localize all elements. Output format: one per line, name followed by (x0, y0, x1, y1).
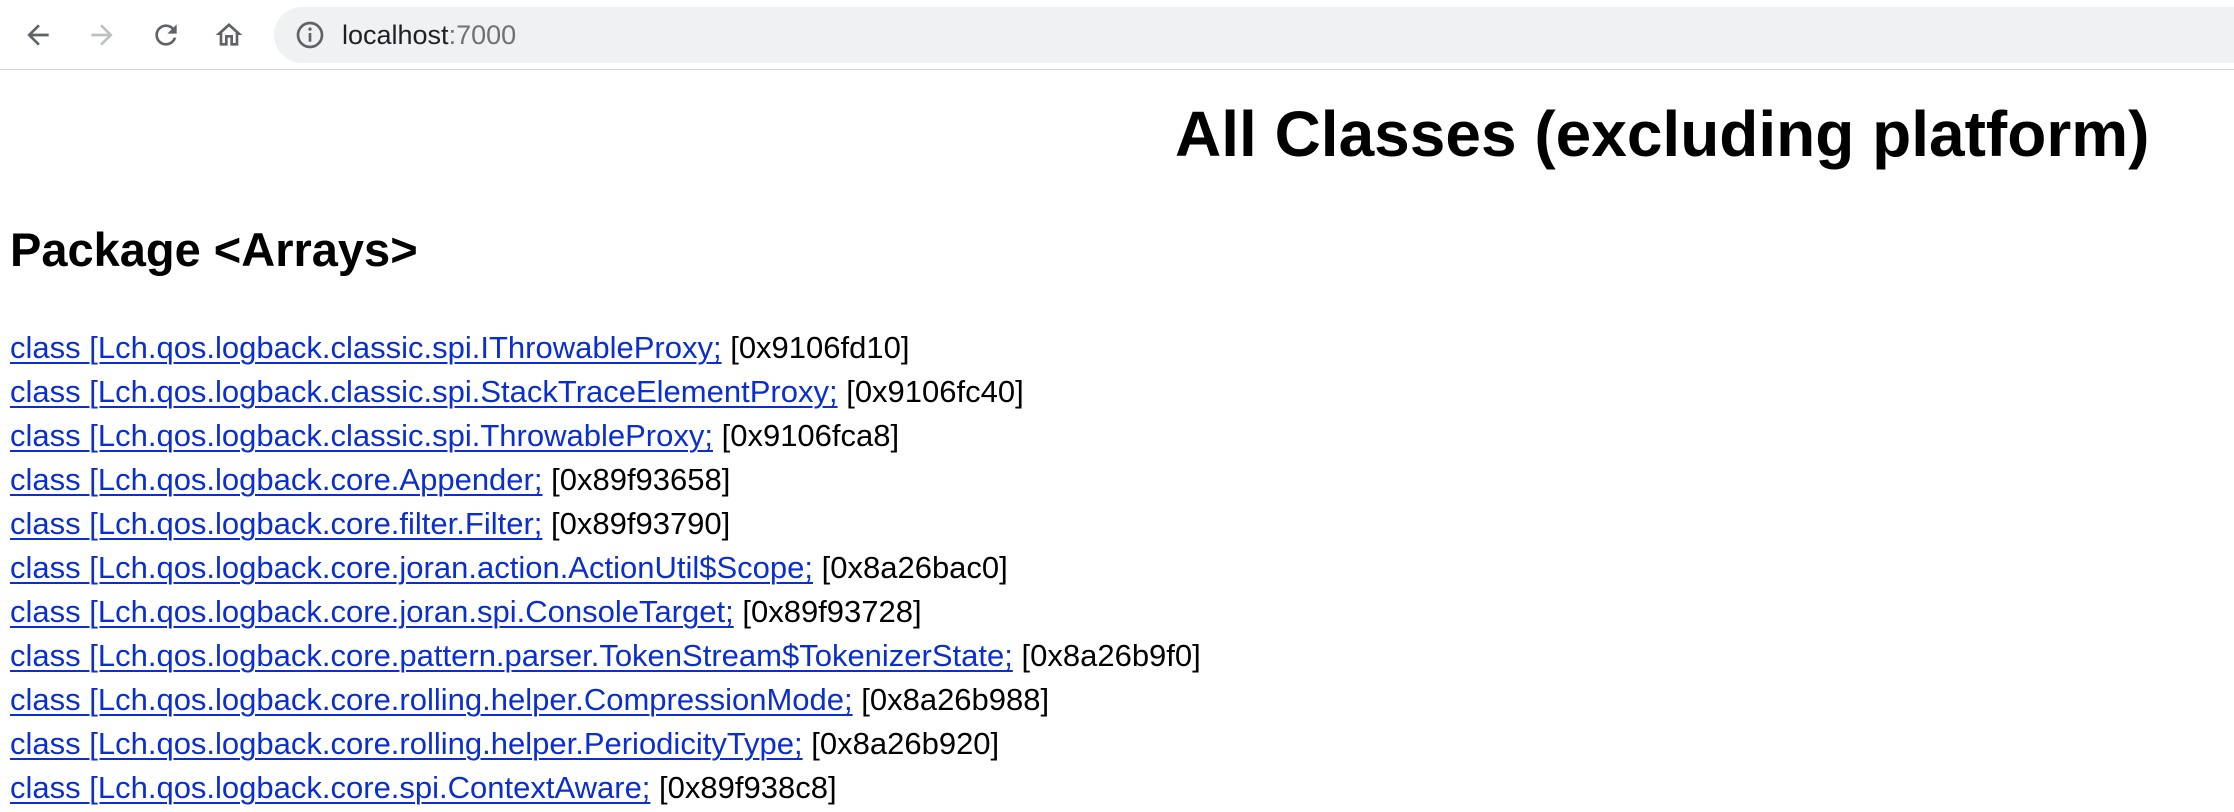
class-list-item: class [Lch.qos.logback.classic.spi.Stack… (10, 370, 1201, 414)
class-link[interactable]: class [Lch.qos.logback.core.filter.Filte… (10, 506, 542, 541)
class-address: [0x8a26bac0] (821, 550, 1008, 585)
class-address: [0x9106fd10] (730, 330, 910, 365)
class-address: [0x9106fc40] (846, 374, 1024, 409)
class-link[interactable]: class [Lch.qos.logback.core.rolling.help… (10, 682, 853, 717)
package-heading: Package <Arrays> (10, 223, 418, 276)
class-address: [0x89f93790] (551, 506, 731, 541)
info-icon[interactable] (294, 19, 326, 51)
class-link[interactable]: class [Lch.qos.logback.classic.spi.IThro… (10, 330, 722, 365)
back-button[interactable] (16, 13, 60, 57)
class-link[interactable]: class [Lch.qos.logback.core.joran.action… (10, 550, 813, 585)
reload-button[interactable] (144, 13, 188, 57)
class-address: [0x8a26b988] (861, 682, 1050, 717)
url-port: :7000 (448, 20, 517, 50)
class-address: [0x9106fca8] (721, 418, 900, 453)
class-address: [0x89f93658] (551, 462, 731, 497)
class-list-item: class [Lch.qos.logback.classic.spi.IThro… (10, 326, 1201, 370)
class-link[interactable]: class [Lch.qos.logback.core.joran.spi.Co… (10, 594, 734, 629)
class-list-item: class [Lch.qos.logback.core.rolling.help… (10, 722, 1201, 766)
class-link[interactable]: class [Lch.qos.logback.classic.spi.Throw… (10, 418, 713, 453)
class-list-item: class [Lch.qos.logback.core.joran.action… (10, 546, 1201, 590)
forward-button[interactable] (80, 13, 124, 57)
class-address: [0x89f93728] (742, 594, 922, 629)
class-address: [0x8a26b920] (811, 726, 1000, 761)
page-content: All Classes (excluding platform) Package… (0, 70, 2234, 812)
reload-icon (155, 24, 177, 46)
class-link[interactable]: class [Lch.qos.logback.core.Appender; (10, 462, 542, 497)
url-host: localhost (342, 20, 449, 50)
class-list-item: class [Lch.qos.logback.classic.spi.Throw… (10, 414, 1201, 458)
class-link[interactable]: class [Lch.qos.logback.classic.spi.Stack… (10, 374, 838, 409)
class-link[interactable]: class [Lch.qos.logback.core.spi.ContextA… (10, 770, 650, 805)
class-list-item: class [Lch.qos.logback.core.joran.spi.Co… (10, 590, 1201, 634)
home-button[interactable] (207, 13, 251, 57)
class-list: class [Lch.qos.logback.classic.spi.IThro… (10, 326, 1201, 810)
browser-toolbar: localhost:7000 (0, 0, 2234, 70)
home-icon (215, 23, 243, 46)
class-link[interactable]: class [Lch.qos.logback.core.pattern.pars… (10, 638, 1013, 673)
class-list-item: class [Lch.qos.logback.core.Appender; [0… (10, 458, 1201, 502)
arrow-left-icon (27, 24, 49, 46)
url-text[interactable]: localhost:7000 (342, 19, 516, 51)
class-link[interactable]: class [Lch.qos.logback.core.rolling.help… (10, 726, 803, 761)
class-list-item: class [Lch.qos.logback.core.rolling.help… (10, 678, 1201, 722)
arrow-right-icon (91, 24, 113, 46)
address-bar[interactable]: localhost:7000 (274, 7, 2234, 63)
page-title: All Classes (excluding platform) (1175, 98, 2150, 170)
class-list-item: class [Lch.qos.logback.core.filter.Filte… (10, 502, 1201, 546)
class-list-item: class [Lch.qos.logback.core.spi.ContextA… (10, 766, 1201, 810)
class-address: [0x89f938c8] (659, 770, 837, 805)
class-list-item: class [Lch.qos.logback.core.pattern.pars… (10, 634, 1201, 678)
class-address: [0x8a26b9f0] (1021, 638, 1201, 673)
